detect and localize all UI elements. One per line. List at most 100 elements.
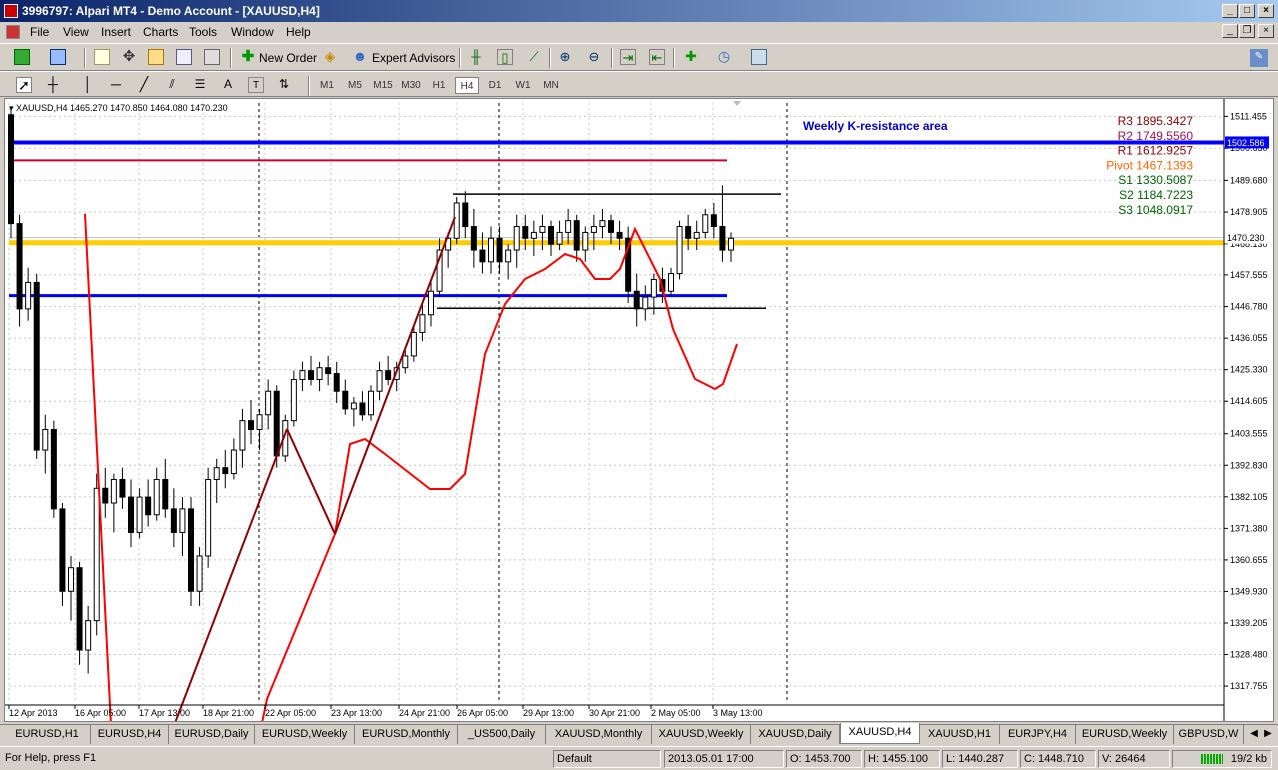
timeframe-w1[interactable]: W1 (512, 77, 534, 94)
candle[interactable] (599, 220, 606, 228)
candle[interactable] (565, 220, 572, 233)
tab-gbpusd-w[interactable]: GBPUSD,W (1174, 725, 1244, 744)
vertical-line-icon[interactable]: │ (80, 77, 96, 93)
new-order-icon[interactable]: ✚ (240, 49, 256, 65)
fibonacci-icon[interactable]: ☰ (192, 77, 208, 93)
autotrading-icon[interactable]: ◈ (322, 49, 338, 65)
candle[interactable] (350, 402, 357, 410)
timeframe-mn[interactable]: MN (539, 77, 563, 94)
candle[interactable] (76, 567, 83, 651)
candle[interactable] (522, 226, 529, 239)
timeframe-m30[interactable]: M30 (399, 77, 423, 94)
close-icon[interactable]: × (1258, 4, 1274, 18)
tab-xauusd-h4[interactable]: XAUUSD,H4 (840, 723, 920, 744)
candle[interactable] (196, 555, 203, 592)
tab-eurusd-h4[interactable]: EURUSD,H4 (91, 725, 169, 744)
mdi-restore-icon[interactable]: ❐ (1239, 24, 1255, 38)
timeframe-m1[interactable]: M1 (316, 77, 338, 94)
candle[interactable] (325, 367, 332, 375)
candle[interactable] (693, 231, 700, 239)
candle[interactable] (42, 428, 49, 451)
equidistant-channel-icon[interactable]: ⫽ (164, 77, 180, 93)
candle[interactable] (582, 231, 589, 251)
candle[interactable] (153, 478, 160, 516)
timeframe-d1[interactable]: D1 (484, 77, 506, 94)
tab-eurusd-weekly-2[interactable]: EURUSD,Weekly (1076, 725, 1174, 744)
tab-xauusd-h1[interactable]: XAUUSD,H1 (920, 725, 1000, 744)
tab-eurusd-monthly[interactable]: EURUSD,Monthly (355, 725, 458, 744)
candle[interactable] (16, 223, 23, 310)
candle[interactable] (685, 226, 692, 239)
tab-scroll-right-icon[interactable]: ▶ (1262, 727, 1274, 741)
candle[interactable] (273, 390, 280, 457)
candle[interactable] (548, 226, 554, 245)
candle[interactable] (668, 273, 674, 292)
menu-help[interactable]: Help (286, 25, 311, 39)
tab-us500-daily[interactable]: _US500,Daily (458, 725, 546, 744)
candle[interactable] (25, 281, 32, 310)
timeframe-m5[interactable]: M5 (344, 77, 366, 94)
mdi-close-icon[interactable]: × (1258, 24, 1274, 38)
candle[interactable] (68, 567, 74, 592)
candle[interactable] (239, 420, 246, 451)
candle[interactable] (376, 370, 383, 392)
trend-line[interactable] (286, 428, 336, 535)
expert-advisors-icon[interactable]: ☻ (352, 49, 368, 65)
cursor-icon[interactable]: ➚ (16, 77, 32, 93)
candle[interactable] (462, 202, 469, 228)
candle[interactable] (256, 414, 263, 430)
chart-window[interactable]: 1511.4551500.6301489.6801478.9051468.130… (4, 98, 1274, 722)
candle[interactable] (102, 487, 109, 504)
arrows-icon[interactable]: ⇅ (276, 77, 292, 93)
candle[interactable] (93, 487, 100, 622)
market-watch-icon[interactable] (94, 49, 110, 65)
price-chart[interactable]: 1511.4551500.6301489.6801478.9051468.130… (5, 99, 1273, 721)
candle[interactable] (59, 508, 66, 592)
candle[interactable] (110, 478, 117, 504)
crosshair-icon[interactable]: ┼ (45, 77, 61, 93)
candle[interactable] (702, 214, 709, 233)
zoom-out-icon[interactable]: ⊖ (586, 49, 602, 65)
candle[interactable] (719, 226, 726, 251)
candle[interactable] (8, 114, 14, 225)
candle[interactable] (205, 478, 212, 557)
candle[interactable] (513, 226, 520, 251)
line-chart-icon[interactable]: ⟋ (526, 49, 542, 65)
menu-view[interactable]: View (63, 25, 89, 39)
menu-window[interactable]: Window (231, 25, 274, 39)
tester-icon[interactable] (204, 49, 220, 65)
candle[interactable] (170, 508, 177, 533)
expert-advisors-button[interactable]: Expert Advisors (372, 51, 455, 65)
candle[interactable] (479, 249, 486, 263)
candle[interactable] (530, 231, 537, 239)
candle[interactable] (179, 508, 186, 533)
menu-tools[interactable]: Tools (189, 25, 217, 39)
candle[interactable] (616, 231, 623, 239)
timeframe-h1[interactable]: H1 (428, 77, 450, 94)
candle[interactable] (505, 249, 512, 263)
timeframe-m15[interactable]: M15 (371, 77, 395, 94)
candle[interactable] (470, 226, 477, 251)
candle[interactable] (316, 367, 323, 380)
templates-icon[interactable] (751, 49, 767, 65)
navigator-icon[interactable] (148, 49, 164, 65)
candle[interactable] (162, 478, 169, 510)
candle[interactable] (299, 370, 306, 380)
candle[interactable] (359, 402, 366, 416)
candle[interactable] (539, 226, 546, 233)
profiles-icon[interactable] (50, 49, 66, 65)
indicators-icon[interactable]: ✚ (683, 49, 699, 65)
zoom-in-icon[interactable]: ⊕ (557, 49, 573, 65)
new-chart-icon[interactable] (14, 49, 30, 65)
menu-charts[interactable]: Charts (143, 25, 178, 39)
trendline-icon[interactable]: ╱ (136, 77, 152, 93)
indicator-line[interactable] (84, 213, 738, 721)
candle[interactable] (642, 296, 649, 310)
tab-eurusd-weekly[interactable]: EURUSD,Weekly (255, 725, 355, 744)
data-window-icon[interactable]: ✥ (121, 49, 137, 65)
candle[interactable] (428, 290, 434, 316)
candle[interactable] (265, 390, 272, 416)
chart-shift-icon[interactable]: ⇤ (649, 49, 665, 65)
candle[interactable] (488, 237, 494, 263)
menu-insert[interactable]: Insert (101, 25, 131, 39)
